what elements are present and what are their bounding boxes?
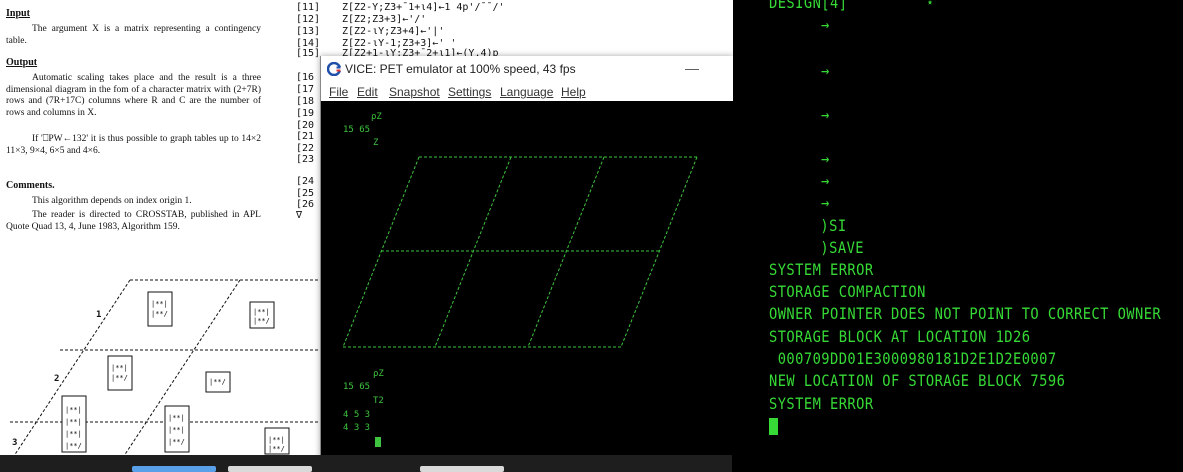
code-line-number: [13]	[296, 26, 321, 37]
pet-var-2: T2	[373, 396, 384, 406]
svg-text:|**|: |**|	[111, 364, 128, 372]
svg-text:|**|: |**|	[65, 406, 82, 414]
code-line: Z[Z2;Z3+3]←'/'	[342, 14, 427, 25]
svg-text:|**/: |**/	[65, 442, 82, 450]
menu-language[interactable]: Language	[500, 85, 553, 99]
terminal-line: SYSTEM ERROR	[769, 260, 874, 279]
svg-text:|**|: |**|	[65, 418, 82, 426]
output-paragraph-2: If '⎕PW←132' it is thus possible to grap…	[6, 134, 261, 156]
terminal-line: OWNER POINTER DOES NOT POINT TO CORRECT …	[769, 304, 1162, 323]
svg-text:|**/: |**/	[209, 378, 226, 386]
terminal-line: NEW LOCATION OF STORAGE BLOCK 7596	[769, 371, 1066, 390]
terminal-arrow: →	[821, 15, 830, 34]
terminal-line: SYSTEM ERROR	[769, 394, 874, 413]
pet-prompt-1: ρZ	[371, 112, 382, 122]
svg-text:|**|: |**|	[151, 300, 168, 308]
code-line-number: [16	[296, 72, 315, 83]
terminal-cursor	[769, 418, 778, 435]
code-line-number: [21	[296, 131, 315, 142]
comments-paragraph-1: This algorithm depends on index origin 1…	[32, 196, 192, 206]
pet-grid-graphic	[342, 156, 698, 348]
pet-row-2: 4 3 3	[343, 423, 371, 433]
code-line-number: [23	[296, 154, 315, 165]
terminal-line: 000709DD01E3000980181D2E1D2E0007	[769, 349, 1057, 368]
bar-diagram-illustration: |**||**/ |**||**/ |**||**/ |**/ |**||**|…	[9, 279, 320, 463]
terminal-top-line: DESIGN[4] ⋆	[769, 0, 935, 12]
code-line-number: [11]	[296, 2, 321, 13]
code-line-number: [20	[296, 120, 315, 131]
terminal-arrow: →	[821, 61, 830, 80]
minimize-button[interactable]: —	[685, 60, 699, 76]
svg-text:|**/: |**/	[253, 317, 270, 325]
menu-settings[interactable]: Settings	[448, 85, 491, 99]
terminal-arrow: →	[821, 149, 830, 168]
svg-text:|**/: |**/	[151, 310, 168, 318]
pet-dims-1: 15 65	[343, 125, 371, 135]
menu-snapshot[interactable]: Snapshot	[389, 85, 440, 99]
svg-text:|**|: |**|	[65, 430, 82, 438]
code-line-number: [17	[296, 84, 315, 95]
menu-edit[interactable]: Edit	[357, 85, 378, 99]
svg-text:|**|: |**|	[268, 436, 285, 444]
terminal-arrow: →	[821, 193, 830, 212]
terminal-command-si: )SI	[803, 216, 847, 235]
svg-text:|**/: |**/	[168, 438, 185, 446]
taskbar-item[interactable]	[132, 466, 216, 472]
input-paragraph: The argument X is a matrix representing …	[6, 24, 261, 46]
window-title: VICE: PET emulator at 100% speed, 43 fps	[345, 62, 576, 76]
scanned-document: Input The argument X is a matrix represe…	[0, 0, 320, 472]
pet-var-1: Z	[373, 138, 379, 148]
vice-emulator-window[interactable]: VICE: PET emulator at 100% speed, 43 fps…	[320, 56, 733, 472]
pet-row-1: 4 5 3	[343, 410, 371, 420]
taskbar-item[interactable]	[420, 466, 504, 472]
pet-cursor	[375, 437, 381, 447]
output-paragraph: Automatic scaling takes place and the re…	[6, 73, 261, 118]
taskbar	[0, 455, 732, 472]
code-line-number: [22	[296, 143, 315, 154]
row-label-1: 1	[96, 310, 102, 320]
vice-title-bar[interactable]: VICE: PET emulator at 100% speed, 43 fps…	[321, 56, 733, 83]
menu-file[interactable]: File	[329, 85, 348, 99]
terminal-arrow: →	[821, 105, 830, 124]
comments-paragraph-2: The reader is directed to CROSSTAB, publ…	[6, 210, 261, 232]
pet-prompt-2: ρZ	[373, 369, 384, 379]
pet-dims-2: 15 65	[343, 382, 371, 392]
comments-heading: Comments.	[6, 180, 55, 191]
code-line: Z[Z2-ιY;Z3+4]←'|'	[342, 26, 445, 37]
code-line-number: [25	[296, 188, 315, 199]
code-line-number: ∇	[296, 210, 303, 221]
code-line-number: [15]	[296, 48, 321, 59]
code-line: Z[Z2-Y;Z3+¯1+ι4]←1 4p'/¯¯/'	[342, 2, 505, 13]
code-line-number: [26	[296, 199, 315, 210]
terminal-command-save: )SAVE	[803, 238, 865, 257]
terminal-arrow: →	[821, 171, 830, 190]
row-label-2: 2	[54, 374, 60, 384]
pet-screen[interactable]: ρZ 15 65 Z ρZ 15 65 T2 4 5 3 4 3 3	[321, 101, 733, 472]
code-line-number: [19	[296, 108, 315, 119]
svg-text:|**/: |**/	[268, 445, 285, 453]
menu-help[interactable]: Help	[561, 85, 586, 99]
terminal-line: STORAGE BLOCK AT LOCATION 1D26	[769, 327, 1031, 346]
output-heading: Output	[6, 57, 38, 68]
code-line-number: [12]	[296, 14, 321, 25]
svg-text:|**/: |**/	[111, 374, 128, 382]
input-heading: Input	[6, 8, 30, 19]
terminal-line: STORAGE COMPACTION	[769, 282, 926, 301]
code-line-number: [18	[296, 96, 315, 107]
vice-logo-icon	[327, 62, 341, 76]
apl-terminal[interactable]: DESIGN[4] ⋆ → → → → → → )SI )SAVE SYSTEM…	[733, 0, 1183, 472]
vice-menu-bar: File Edit Snapshot Settings Language Hel…	[321, 83, 733, 101]
taskbar-item[interactable]	[228, 466, 312, 472]
code-line-number: [24	[296, 176, 315, 187]
svg-text:|**|: |**|	[168, 414, 185, 422]
svg-text:|**|: |**|	[253, 308, 270, 316]
row-label-3: 3	[12, 438, 18, 448]
svg-text:|**|: |**|	[168, 426, 185, 434]
